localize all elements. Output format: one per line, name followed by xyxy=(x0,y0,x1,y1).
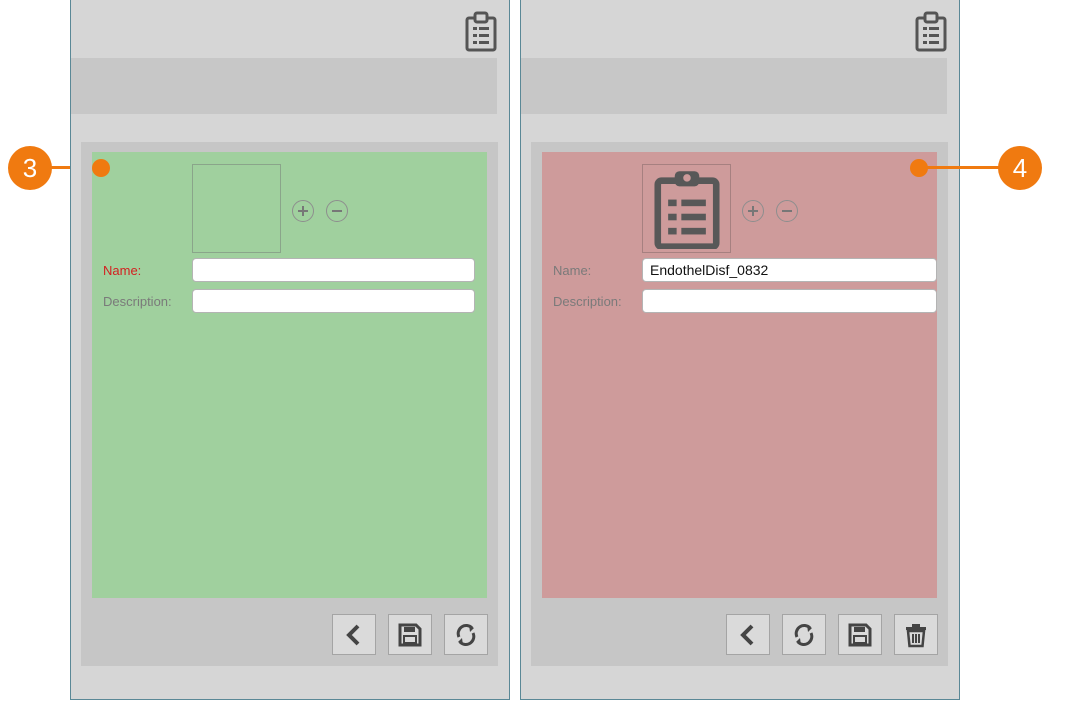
record-image[interactable] xyxy=(642,164,731,253)
callout-dot-4 xyxy=(910,159,928,177)
refresh-button[interactable] xyxy=(782,614,826,655)
name-label: Name: xyxy=(103,263,142,278)
minus-icon xyxy=(332,210,342,212)
description-label: Description: xyxy=(553,294,622,309)
trash-icon xyxy=(906,623,926,647)
clipboard-list-icon xyxy=(653,170,720,249)
header-band xyxy=(521,58,947,114)
callout-number: 4 xyxy=(1012,152,1028,183)
callout-line-4 xyxy=(918,166,1000,169)
minus-icon xyxy=(782,210,792,212)
plus-icon xyxy=(298,206,308,216)
floppy-disk-icon xyxy=(398,623,422,646)
refresh-button[interactable] xyxy=(444,614,488,655)
delete-button[interactable] xyxy=(894,614,938,655)
chevron-left-icon xyxy=(740,624,754,645)
zoom-out-button[interactable] xyxy=(776,200,798,222)
description-field[interactable] xyxy=(642,289,937,313)
canvas: 3 4 Name: Description: Name: EndothelDis… xyxy=(0,0,1067,720)
record-card-frame: Name: Description: xyxy=(531,142,948,666)
clipboard-list-icon[interactable] xyxy=(465,10,497,52)
name-label: Name: xyxy=(553,263,592,278)
header-band xyxy=(71,58,497,114)
plus-icon xyxy=(748,206,758,216)
zoom-in-button[interactable] xyxy=(742,200,764,222)
callout-badge-3: 3 xyxy=(8,146,52,190)
callout-badge-4: 4 xyxy=(998,146,1042,190)
callout-number: 3 xyxy=(22,152,38,183)
chevron-left-icon xyxy=(346,624,360,645)
existing-record-panel: Name: Description: xyxy=(520,0,960,700)
record-card: Name: Description: xyxy=(542,152,937,598)
floppy-disk-icon xyxy=(848,623,872,646)
zoom-in-button[interactable] xyxy=(292,200,314,222)
new-record-panel: Name: Description: xyxy=(70,0,510,700)
save-button[interactable] xyxy=(388,614,432,655)
action-bar xyxy=(332,614,488,655)
save-button[interactable] xyxy=(838,614,882,655)
back-button[interactable] xyxy=(726,614,770,655)
action-bar xyxy=(726,614,938,655)
clipboard-list-icon[interactable] xyxy=(915,10,947,52)
record-card-frame: Name: Description: xyxy=(81,142,498,666)
back-button[interactable] xyxy=(332,614,376,655)
description-field[interactable] xyxy=(192,289,475,313)
refresh-icon xyxy=(456,623,476,646)
zoom-out-button[interactable] xyxy=(326,200,348,222)
callout-dot-3 xyxy=(92,159,110,177)
image-placeholder[interactable] xyxy=(192,164,281,253)
name-field[interactable] xyxy=(642,258,937,282)
record-card: Name: Description: xyxy=(92,152,487,598)
description-label: Description: xyxy=(103,294,172,309)
name-field[interactable] xyxy=(192,258,475,282)
refresh-icon xyxy=(794,623,814,646)
